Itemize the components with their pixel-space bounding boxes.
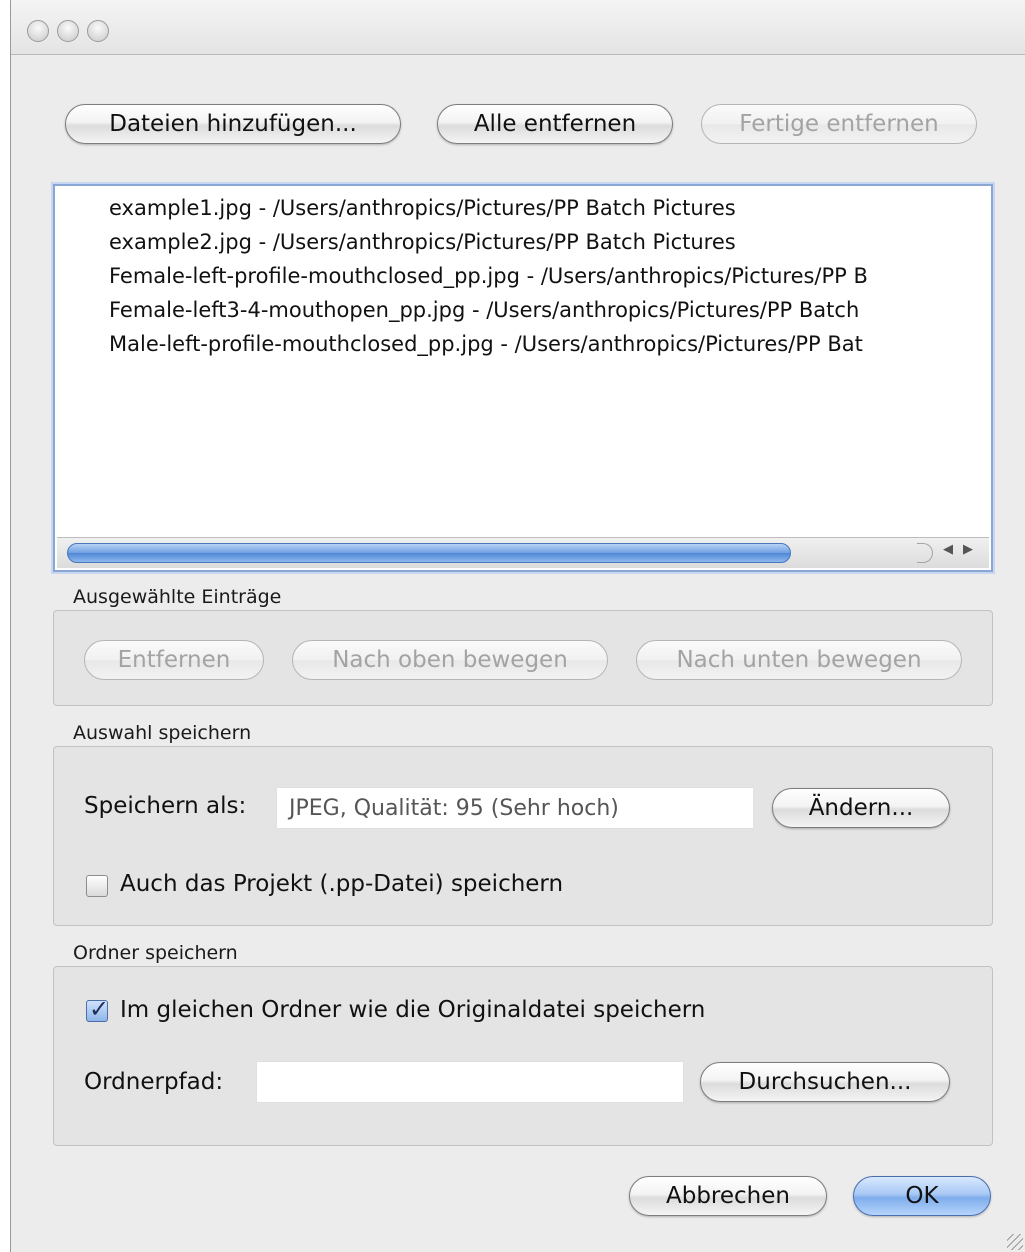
save-as-label: Speichern als: bbox=[84, 793, 247, 819]
move-up-button[interactable]: Nach oben bewegen bbox=[292, 640, 608, 680]
remove-entry-button[interactable]: Entfernen bbox=[84, 640, 264, 680]
zoom-window-button[interactable] bbox=[87, 20, 109, 42]
add-files-button[interactable]: Dateien hinzufügen... bbox=[65, 104, 401, 144]
minimize-window-button[interactable] bbox=[57, 20, 79, 42]
close-window-button[interactable] bbox=[27, 20, 49, 42]
file-list-item[interactable]: example1.jpg - /Users/anthropics/Picture… bbox=[109, 196, 736, 220]
change-format-button[interactable]: Ändern... bbox=[772, 788, 950, 828]
save-folder-group: ✓ Im gleichen Ordner wie die Originaldat… bbox=[53, 966, 993, 1146]
batch-dialog-window: Dateien hinzufügen... Alle entfernen Fer… bbox=[10, 0, 1025, 1252]
scrollbar-thumb[interactable] bbox=[67, 543, 791, 563]
save-selection-group: Speichern als: JPEG, Qualität: 95 (Sehr … bbox=[53, 746, 993, 926]
remove-finished-button[interactable]: Fertige entfernen bbox=[701, 104, 977, 144]
scrollbar-track-end bbox=[917, 543, 933, 563]
selected-entries-title: Ausgewählte Einträge bbox=[73, 586, 282, 608]
file-list-item[interactable]: Male-left-profile-mouthclosed_pp.jpg - /… bbox=[109, 332, 863, 356]
file-list[interactable]: example1.jpg - /Users/anthropics/Picture… bbox=[53, 184, 993, 572]
same-folder-label[interactable]: Im gleichen Ordner wie die Originaldatei… bbox=[120, 997, 705, 1023]
remove-all-button[interactable]: Alle entfernen bbox=[437, 104, 673, 144]
cancel-button[interactable]: Abbrechen bbox=[629, 1176, 827, 1216]
ok-button[interactable]: OK bbox=[853, 1176, 991, 1216]
resize-grip-icon[interactable] bbox=[1007, 1234, 1023, 1250]
move-down-button[interactable]: Nach unten bewegen bbox=[636, 640, 962, 680]
horizontal-scrollbar[interactable]: ◀ ▶ bbox=[57, 537, 989, 568]
save-project-label[interactable]: Auch das Projekt (.pp-Datei) speichern bbox=[120, 871, 563, 897]
save-selection-title: Auswahl speichern bbox=[73, 722, 252, 744]
file-list-item[interactable]: Female-left3-4-mouthopen_pp.jpg - /Users… bbox=[109, 298, 859, 322]
title-bar bbox=[11, 0, 1025, 55]
checkmark-icon: ✓ bbox=[89, 995, 110, 1023]
file-list-item[interactable]: example2.jpg - /Users/anthropics/Picture… bbox=[109, 230, 736, 254]
folder-path-label: Ordnerpfad: bbox=[84, 1069, 224, 1095]
browse-button[interactable]: Durchsuchen... bbox=[700, 1062, 950, 1102]
save-as-format-field: JPEG, Qualität: 95 (Sehr hoch) bbox=[276, 787, 754, 829]
save-folder-title: Ordner speichern bbox=[73, 942, 238, 964]
scroll-left-arrow-icon[interactable]: ◀ bbox=[943, 542, 953, 557]
save-project-checkbox[interactable] bbox=[86, 875, 108, 897]
file-list-item[interactable]: Female-left-profile-mouthclosed_pp.jpg -… bbox=[109, 264, 868, 288]
folder-path-input[interactable] bbox=[256, 1061, 684, 1103]
same-folder-checkbox[interactable]: ✓ bbox=[86, 995, 109, 1023]
scroll-right-arrow-icon[interactable]: ▶ bbox=[963, 542, 973, 557]
selected-entries-group: Entfernen Nach oben bewegen Nach unten b… bbox=[53, 610, 993, 706]
